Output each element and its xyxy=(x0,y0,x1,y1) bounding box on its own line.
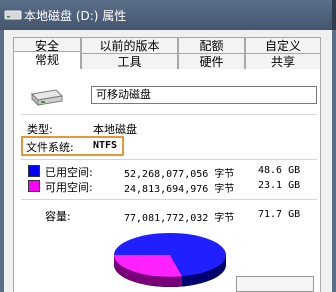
filesystem-value: NTFS xyxy=(93,140,118,151)
tab-previous-versions-label: 以前的版本 xyxy=(99,39,160,53)
used-space-size: 48.6 GB xyxy=(258,165,301,176)
free-space-bytes: 24,813,694,976 字节 xyxy=(124,184,235,195)
disk-cleanup-button[interactable] xyxy=(236,276,314,292)
tab-quota-label: 配额 xyxy=(199,39,224,53)
volume-label-input[interactable]: 可移动磁盘 xyxy=(91,86,317,104)
separator xyxy=(21,199,317,200)
capacity-size: 71.7 GB xyxy=(258,209,301,220)
tab-general-label: 常规 xyxy=(34,53,59,67)
tab-hardware[interactable]: 硬件 xyxy=(178,53,245,69)
tab-tools[interactable]: 工具 xyxy=(81,53,178,69)
tab-hardware-label: 硬件 xyxy=(199,55,224,69)
title-bar[interactable]: 本地磁盘 (D:) 属性 xyxy=(0,0,336,30)
tab-tools-label: 工具 xyxy=(117,55,142,69)
tab-customize[interactable]: 自定义 xyxy=(245,37,321,53)
used-space-label: 已用空间: xyxy=(45,166,93,179)
used-space-swatch xyxy=(28,165,40,177)
free-space-swatch xyxy=(28,180,40,192)
disk-usage-pie xyxy=(114,233,226,287)
tab-sharing[interactable]: 共享 xyxy=(245,53,321,69)
hard-drive-icon xyxy=(30,89,64,107)
tab-sharing-label: 共享 xyxy=(270,55,295,69)
tab-previous-versions[interactable]: 以前的版本 xyxy=(81,37,178,53)
free-space-label: 可用空间: xyxy=(45,181,93,194)
free-space-size: 23.1 GB xyxy=(258,180,301,191)
tab-general[interactable]: 常规 xyxy=(13,51,81,69)
filesystem-label: 文件系统: xyxy=(26,141,74,154)
type-value: 本地磁盘 xyxy=(93,123,137,136)
tab-customize-label: 自定义 xyxy=(264,39,301,53)
title-bar-edge xyxy=(332,0,336,30)
separator xyxy=(21,159,317,160)
type-label: 类型: xyxy=(27,123,53,136)
window-title: 本地磁盘 (D:) 属性 xyxy=(24,9,127,23)
used-space-bytes: 52,268,077,056 字节 xyxy=(124,169,235,180)
separator xyxy=(21,114,317,115)
drive-icon xyxy=(4,10,22,20)
properties-window: 本地磁盘 (D:) 属性 安全 以前的版本 配额 自定义 常规 工具 硬件 共享… xyxy=(0,0,336,292)
capacity-label: 容量: xyxy=(45,210,71,223)
tab-quota[interactable]: 配额 xyxy=(178,37,245,53)
